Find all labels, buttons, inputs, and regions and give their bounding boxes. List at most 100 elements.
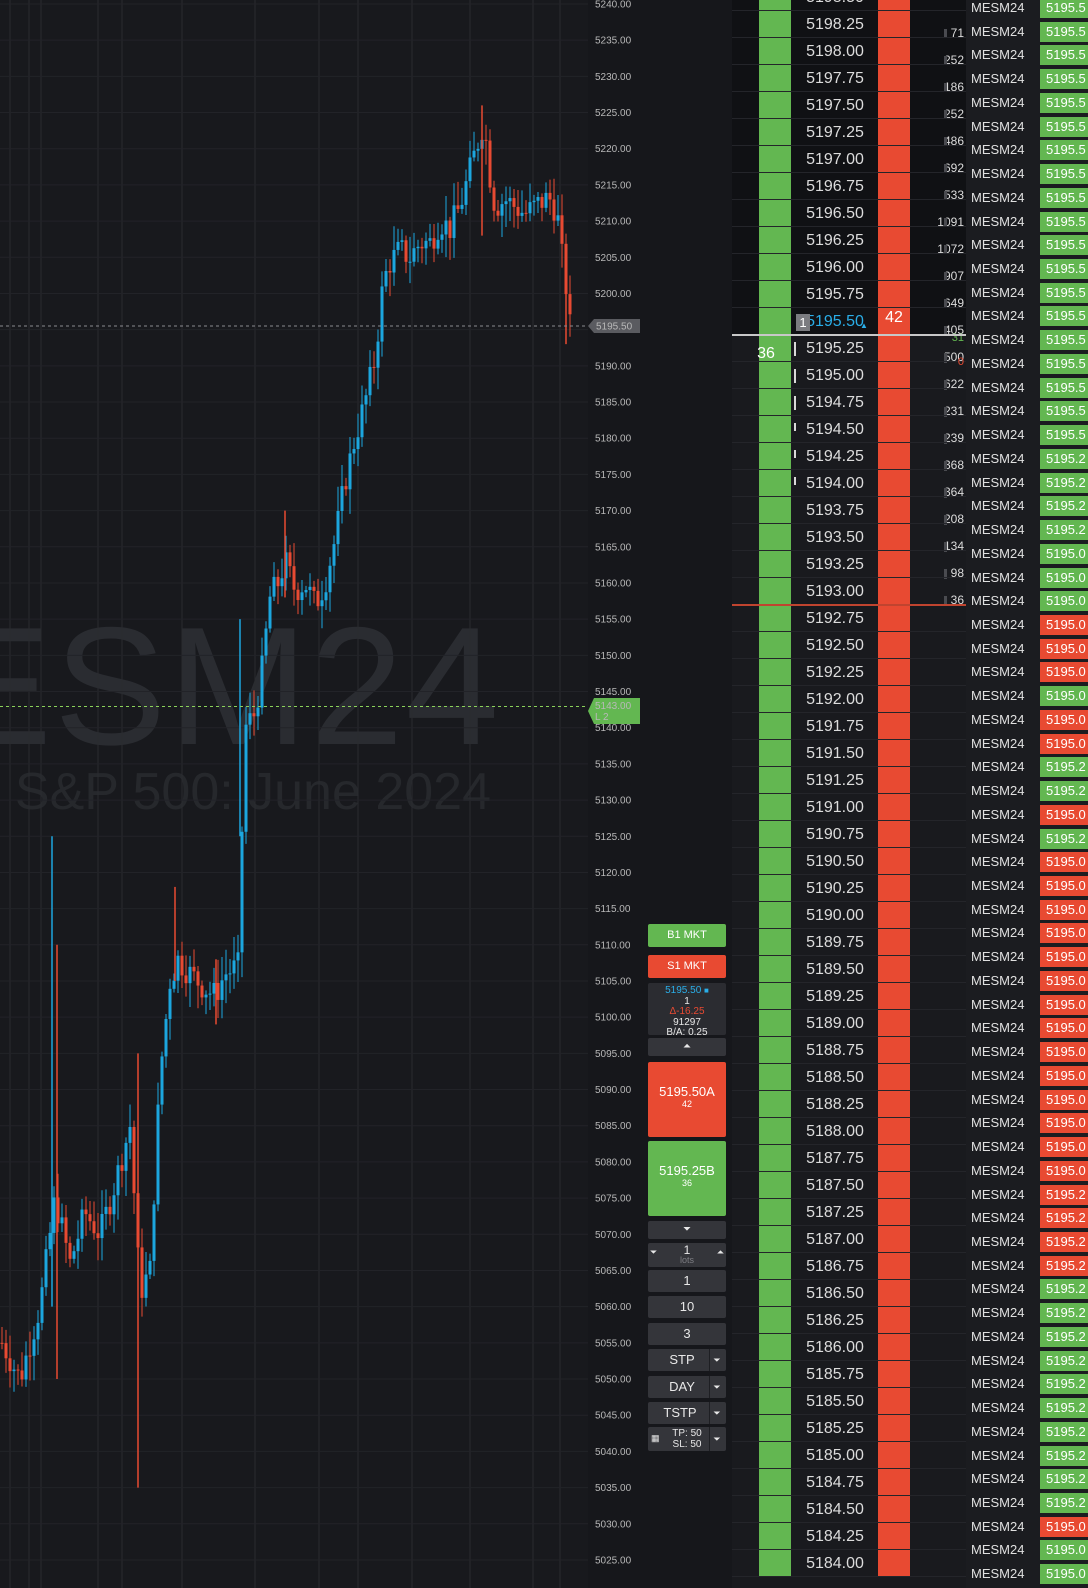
ask-cell[interactable] xyxy=(878,1226,910,1253)
price-cell[interactable]: 5191.75 xyxy=(792,713,878,740)
price-cell[interactable]: 5190.75 xyxy=(792,821,878,848)
bracket-type-select[interactable]: TSTP ⏷ xyxy=(648,1402,726,1424)
time-and-sales[interactable]: MESM24 5195.5 MESM24 5195.5 MESM24 5195.5 MESM… xyxy=(966,0,1088,1588)
bid-cell[interactable] xyxy=(759,1307,791,1334)
bid-cell[interactable] xyxy=(759,1361,791,1388)
quantity-preset-1[interactable]: 1 xyxy=(648,1270,726,1292)
ask-cell[interactable] xyxy=(878,578,910,605)
price-cell[interactable]: 5197.50 xyxy=(792,92,878,119)
dom-row[interactable]: 5186.50 xyxy=(732,1280,966,1307)
price-cell[interactable]: 5190.00 xyxy=(792,902,878,929)
price-cell[interactable]: 5191.25 xyxy=(792,767,878,794)
price-cell[interactable]: 5195.25 xyxy=(792,335,878,362)
bid-cell[interactable] xyxy=(759,1280,791,1307)
bid-cell[interactable] xyxy=(759,551,791,578)
quantity-preset-2[interactable]: 10 xyxy=(648,1296,726,1318)
bid-cell[interactable] xyxy=(759,686,791,713)
ask-cell[interactable] xyxy=(878,1334,910,1361)
dom-row[interactable]: 5198.25 71 xyxy=(732,11,966,40)
dom-row[interactable]: 5184.25 xyxy=(732,1523,966,1550)
dom-row[interactable]: 5196.25 1072 xyxy=(732,227,966,256)
ask-cell[interactable] xyxy=(878,551,910,578)
depth-of-market-ladder[interactable]: 5198.505198.25715198.002525197.751865197… xyxy=(732,0,966,1588)
price-cell[interactable]: 5192.00 xyxy=(792,686,878,713)
ask-cell[interactable] xyxy=(878,119,910,146)
candlestick-plot[interactable] xyxy=(0,0,588,1588)
ask-cell[interactable] xyxy=(878,65,910,92)
dom-row[interactable]: 5188.50 xyxy=(732,1064,966,1091)
dom-row[interactable]: 5190.00 xyxy=(732,902,966,929)
ask-cell[interactable] xyxy=(878,470,910,497)
bid-cell[interactable] xyxy=(759,1469,791,1496)
ask-cell[interactable] xyxy=(878,821,910,848)
price-cell[interactable]: 5186.75 xyxy=(792,1253,878,1280)
price-cell[interactable]: 5184.75 xyxy=(792,1469,878,1496)
dom-row[interactable]: 5185.25 xyxy=(732,1415,966,1442)
bid-cell[interactable] xyxy=(759,929,791,956)
ask-cell[interactable] xyxy=(878,686,910,713)
price-cell[interactable]: 5192.75 xyxy=(792,605,878,632)
ask-cell[interactable] xyxy=(878,173,910,200)
dom-row[interactable]: 5185.00 xyxy=(732,1442,966,1469)
price-cell[interactable]: 5185.25 xyxy=(792,1415,878,1442)
ask-cell[interactable] xyxy=(878,794,910,821)
buy-limit-bid-button[interactable]: 5195.25B 36 xyxy=(648,1141,726,1216)
ask-cell[interactable] xyxy=(878,1307,910,1334)
dom-row[interactable]: 5189.25 xyxy=(732,983,966,1010)
dom-row[interactable]: 5189.00 xyxy=(732,1010,966,1037)
ask-cell[interactable] xyxy=(878,1037,910,1064)
ask-cell[interactable] xyxy=(878,443,910,470)
ask-cell[interactable] xyxy=(878,1496,910,1523)
dom-row[interactable]: 5198.50 xyxy=(732,0,966,11)
price-cell[interactable]: 5189.50 xyxy=(792,956,878,983)
bid-cell[interactable] xyxy=(759,1415,791,1442)
bid-cell[interactable] xyxy=(759,1334,791,1361)
price-up-button[interactable]: ⏶ xyxy=(648,1038,726,1056)
bid-cell[interactable] xyxy=(759,767,791,794)
ask-cell[interactable] xyxy=(878,497,910,524)
dom-row[interactable]: 5197.25 486 xyxy=(732,119,966,148)
dom-row[interactable]: 5187.00 xyxy=(732,1226,966,1253)
ask-cell[interactable] xyxy=(878,1091,910,1118)
bid-cell[interactable] xyxy=(759,173,791,200)
bid-cell[interactable] xyxy=(759,254,791,281)
dom-row[interactable]: 5189.75 xyxy=(732,929,966,956)
dom-row[interactable]: 5197.00 692 xyxy=(732,146,966,175)
dom-row[interactable]: 5184.00 xyxy=(732,1550,966,1577)
bid-cell[interactable] xyxy=(759,983,791,1010)
price-down-button[interactable]: ⏷ xyxy=(648,1221,726,1239)
ask-cell[interactable] xyxy=(878,767,910,794)
ask-cell[interactable] xyxy=(878,92,910,119)
price-cell[interactable]: 5184.50 xyxy=(792,1496,878,1523)
ask-cell[interactable] xyxy=(878,1469,910,1496)
price-chart[interactable]: ESM24 ni S&P 500: June 2024 xyxy=(0,0,588,1588)
bid-cell[interactable] xyxy=(759,416,791,443)
dom-row[interactable]: 5189.50 xyxy=(732,956,966,983)
bid-cell[interactable] xyxy=(759,956,791,983)
price-cell[interactable]: 5189.00 xyxy=(792,1010,878,1037)
dom-row[interactable]: 5184.50 xyxy=(732,1496,966,1523)
dom-row[interactable]: 5192.00 xyxy=(732,686,966,713)
bid-cell[interactable] xyxy=(759,497,791,524)
price-cell[interactable]: 5188.50 xyxy=(792,1064,878,1091)
bid-cell[interactable] xyxy=(759,1550,791,1577)
bid-cell[interactable] xyxy=(759,146,791,173)
ask-cell[interactable] xyxy=(878,335,910,362)
bid-cell[interactable] xyxy=(759,632,791,659)
ask-cell[interactable] xyxy=(878,875,910,902)
dom-row[interactable]: 5194.50 239 xyxy=(732,416,966,445)
ask-cell[interactable] xyxy=(878,254,910,281)
bid-cell[interactable] xyxy=(759,1442,791,1469)
bid-cell[interactable] xyxy=(759,848,791,875)
ask-cell[interactable] xyxy=(878,1010,910,1037)
price-cell[interactable]: 5197.00 xyxy=(792,146,878,173)
price-cell[interactable]: 5193.50 xyxy=(792,524,878,551)
ask-cell[interactable] xyxy=(878,11,910,38)
ask-cell[interactable] xyxy=(878,416,910,443)
bid-cell[interactable] xyxy=(759,1388,791,1415)
bid-cell[interactable] xyxy=(759,470,791,497)
price-cell[interactable]: 5196.50 xyxy=(792,200,878,227)
ask-cell[interactable] xyxy=(878,1172,910,1199)
dom-row[interactable]: 5193.25 98 xyxy=(732,551,966,580)
ask-cell[interactable] xyxy=(878,1388,910,1415)
